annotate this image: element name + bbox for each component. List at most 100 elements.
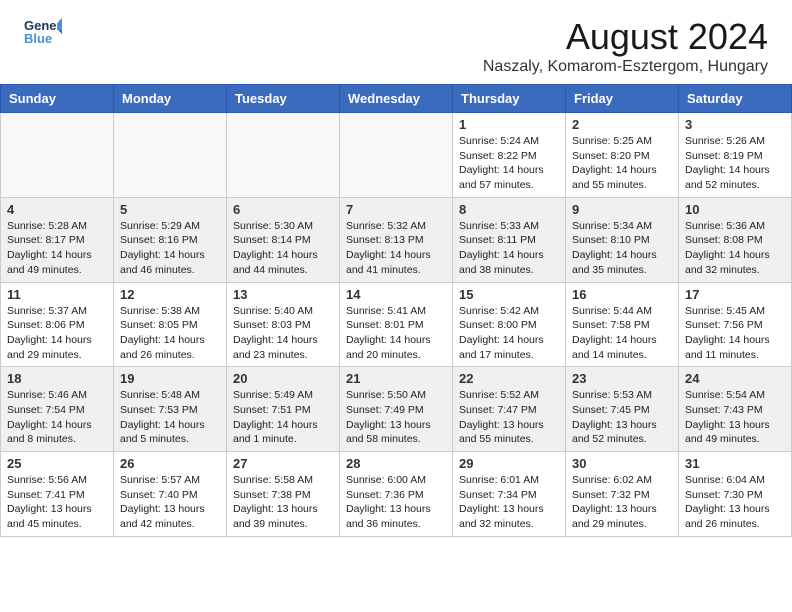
subtitle: Naszaly, Komarom-Esztergom, Hungary xyxy=(483,58,768,76)
day-info: Sunrise: 6:04 AMSunset: 7:30 PMDaylight:… xyxy=(685,473,785,532)
title-block: August 2024 Naszaly, Komarom-Esztergom, … xyxy=(483,16,768,76)
day-number: 25 xyxy=(7,456,107,471)
svg-text:Blue: Blue xyxy=(24,31,52,46)
calendar-cell: 10 Sunrise: 5:36 AMSunset: 8:08 PMDayligh… xyxy=(679,197,792,282)
weekday-header-thursday: Thursday xyxy=(453,85,566,113)
day-number: 21 xyxy=(346,371,446,386)
day-info: Sunrise: 5:48 AMSunset: 7:53 PMDaylight:… xyxy=(120,388,220,447)
calendar-cell: 14 Sunrise: 5:41 AMSunset: 8:01 PMDayligh… xyxy=(340,282,453,367)
calendar-cell: 30Sunrise: 6:02 AMSunset: 7:32 PMDayligh… xyxy=(566,452,679,537)
day-number: 8 xyxy=(459,202,559,217)
day-number: 31 xyxy=(685,456,785,471)
day-number: 12 xyxy=(120,287,220,302)
weekday-header-tuesday: Tuesday xyxy=(227,85,340,113)
day-info: Sunrise: 5:50 AMSunset: 7:49 PMDaylight:… xyxy=(346,388,446,447)
calendar-cell: 6 Sunrise: 5:30 AMSunset: 8:14 PMDaylight… xyxy=(227,197,340,282)
calendar-cell: 20Sunrise: 5:49 AMSunset: 7:51 PMDayligh… xyxy=(227,367,340,452)
calendar-cell: 2Sunrise: 5:25 AMSunset: 8:20 PMDaylight… xyxy=(566,113,679,198)
day-number: 11 xyxy=(7,287,107,302)
day-number: 15 xyxy=(459,287,559,302)
calendar-cell: 8 Sunrise: 5:33 AMSunset: 8:11 PMDaylight… xyxy=(453,197,566,282)
calendar-cell: 15 Sunrise: 5:42 AMSunset: 8:00 PMDayligh… xyxy=(453,282,566,367)
calendar-cell: 19 Sunrise: 5:48 AMSunset: 7:53 PMDayligh… xyxy=(114,367,227,452)
calendar-cell xyxy=(114,113,227,198)
calendar-cell: 23 Sunrise: 5:53 AMSunset: 7:45 PMDayligh… xyxy=(566,367,679,452)
day-number: 5 xyxy=(120,202,220,217)
calendar-cell xyxy=(227,113,340,198)
day-number: 29 xyxy=(459,456,559,471)
day-number: 18 xyxy=(7,371,107,386)
day-info: Sunrise: 5:46 AMSunset: 7:54 PMDaylight:… xyxy=(7,388,107,447)
calendar-cell: 31 Sunrise: 6:04 AMSunset: 7:30 PMDayligh… xyxy=(679,452,792,537)
day-info: Sunrise: 5:38 AMSunset: 8:05 PMDaylight:… xyxy=(120,304,220,363)
logo: General Blue xyxy=(24,16,62,46)
day-number: 3 xyxy=(685,117,785,132)
day-info: Sunrise: 5:36 AMSunset: 8:08 PMDaylight:… xyxy=(685,219,785,278)
day-info: Sunrise: 5:24 AMSunset: 8:22 PMDaylight:… xyxy=(459,134,559,193)
day-number: 2 xyxy=(572,117,672,132)
day-number: 10 xyxy=(685,202,785,217)
weekday-header-friday: Friday xyxy=(566,85,679,113)
day-number: 20 xyxy=(233,371,333,386)
weekday-header-wednesday: Wednesday xyxy=(340,85,453,113)
day-info: Sunrise: 5:28 AMSunset: 8:17 PMDaylight:… xyxy=(7,219,107,278)
day-number: 23 xyxy=(572,371,672,386)
day-info: Sunrise: 5:54 AMSunset: 7:43 PMDaylight:… xyxy=(685,388,785,447)
calendar-cell xyxy=(340,113,453,198)
weekday-header-sunday: Sunday xyxy=(1,85,114,113)
calendar-cell: 22 Sunrise: 5:52 AMSunset: 7:47 PMDayligh… xyxy=(453,367,566,452)
calendar-cell: 17Sunrise: 5:45 AMSunset: 7:56 PMDayligh… xyxy=(679,282,792,367)
day-number: 7 xyxy=(346,202,446,217)
logo-block: General Blue xyxy=(24,16,62,46)
calendar-cell: 4 Sunrise: 5:28 AMSunset: 8:17 PMDaylight… xyxy=(1,197,114,282)
day-info: Sunrise: 5:37 AMSunset: 8:06 PMDaylight:… xyxy=(7,304,107,363)
calendar-cell: 28Sunrise: 6:00 AMSunset: 7:36 PMDayligh… xyxy=(340,452,453,537)
day-number: 30 xyxy=(572,456,672,471)
weekday-header-monday: Monday xyxy=(114,85,227,113)
calendar-cell: 16Sunrise: 5:44 AMSunset: 7:58 PMDayligh… xyxy=(566,282,679,367)
day-info: Sunrise: 5:30 AMSunset: 8:14 PMDaylight:… xyxy=(233,219,333,278)
day-number: 9 xyxy=(572,202,672,217)
day-info: Sunrise: 5:58 AMSunset: 7:38 PMDaylight:… xyxy=(233,473,333,532)
calendar-body: 1 Sunrise: 5:24 AMSunset: 8:22 PMDaylight… xyxy=(1,113,792,537)
day-info: Sunrise: 5:40 AMSunset: 8:03 PMDaylight:… xyxy=(233,304,333,363)
day-info: Sunrise: 5:42 AMSunset: 8:00 PMDaylight:… xyxy=(459,304,559,363)
day-info: Sunrise: 6:00 AMSunset: 7:36 PMDaylight:… xyxy=(346,473,446,532)
calendar-table: SundayMondayTuesdayWednesdayThursdayFrid… xyxy=(0,84,792,537)
day-number: 14 xyxy=(346,287,446,302)
main-title: August 2024 xyxy=(483,16,768,58)
calendar-cell: 27 Sunrise: 5:58 AMSunset: 7:38 PMDayligh… xyxy=(227,452,340,537)
calendar-cell: 24 Sunrise: 5:54 AMSunset: 7:43 PMDayligh… xyxy=(679,367,792,452)
calendar-cell: 21 Sunrise: 5:50 AMSunset: 7:49 PMDayligh… xyxy=(340,367,453,452)
calendar-cell: 13 Sunrise: 5:40 AMSunset: 8:03 PMDayligh… xyxy=(227,282,340,367)
day-number: 4 xyxy=(7,202,107,217)
day-info: Sunrise: 5:34 AMSunset: 8:10 PMDaylight:… xyxy=(572,219,672,278)
day-info: Sunrise: 6:01 AMSunset: 7:34 PMDaylight:… xyxy=(459,473,559,532)
calendar-wrap: SundayMondayTuesdayWednesdayThursdayFrid… xyxy=(0,84,792,545)
day-info: Sunrise: 5:53 AMSunset: 7:45 PMDaylight:… xyxy=(572,388,672,447)
calendar-cell: 3Sunrise: 5:26 AMSunset: 8:19 PMDaylight… xyxy=(679,113,792,198)
calendar-cell xyxy=(1,113,114,198)
day-info: Sunrise: 5:33 AMSunset: 8:11 PMDaylight:… xyxy=(459,219,559,278)
day-number: 6 xyxy=(233,202,333,217)
day-number: 13 xyxy=(233,287,333,302)
calendar-cell: 9 Sunrise: 5:34 AMSunset: 8:10 PMDaylight… xyxy=(566,197,679,282)
day-number: 27 xyxy=(233,456,333,471)
day-info: Sunrise: 5:57 AMSunset: 7:40 PMDaylight:… xyxy=(120,473,220,532)
page-header: General Blue August 2024 Naszaly, Komaro… xyxy=(0,0,792,84)
day-number: 24 xyxy=(685,371,785,386)
calendar-cell: 5Sunrise: 5:29 AMSunset: 8:16 PMDaylight… xyxy=(114,197,227,282)
day-info: Sunrise: 5:41 AMSunset: 8:01 PMDaylight:… xyxy=(346,304,446,363)
calendar-cell: 7 Sunrise: 5:32 AMSunset: 8:13 PMDaylight… xyxy=(340,197,453,282)
calendar-cell: 18 Sunrise: 5:46 AMSunset: 7:54 PMDayligh… xyxy=(1,367,114,452)
calendar-header: SundayMondayTuesdayWednesdayThursdayFrid… xyxy=(1,85,792,113)
day-info: Sunrise: 5:32 AMSunset: 8:13 PMDaylight:… xyxy=(346,219,446,278)
day-number: 19 xyxy=(120,371,220,386)
day-number: 22 xyxy=(459,371,559,386)
calendar-cell: 11 Sunrise: 5:37 AMSunset: 8:06 PMDayligh… xyxy=(1,282,114,367)
day-info: Sunrise: 5:52 AMSunset: 7:47 PMDaylight:… xyxy=(459,388,559,447)
day-info: Sunrise: 5:45 AMSunset: 7:56 PMDaylight:… xyxy=(685,304,785,363)
weekday-header-saturday: Saturday xyxy=(679,85,792,113)
logo-icon: General Blue xyxy=(24,16,62,46)
day-number: 1 xyxy=(459,117,559,132)
